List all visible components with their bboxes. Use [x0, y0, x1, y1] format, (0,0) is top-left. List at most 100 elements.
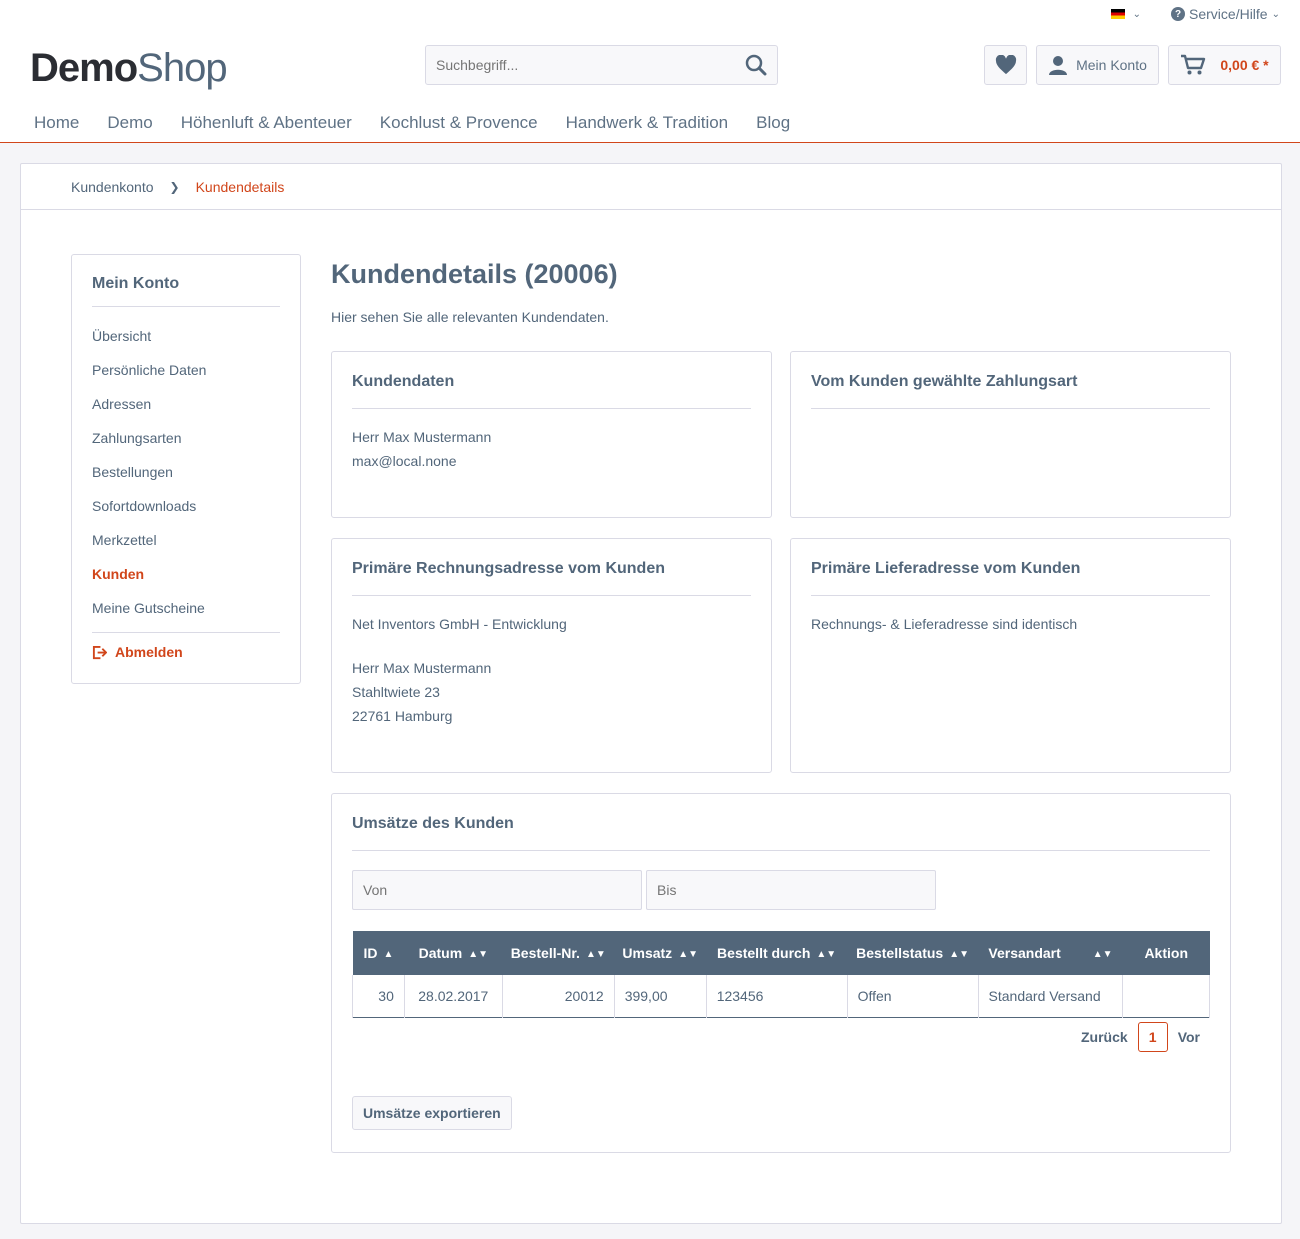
sidebar-title: Mein Konto — [92, 275, 280, 307]
shipping-text: Rechnungs- & Lieferadresse sind identisc… — [811, 616, 1078, 632]
sidebar-item-sofortdownloads[interactable]: Sofortdownloads — [92, 489, 280, 523]
col-bestellstatus[interactable]: Bestellstatus ▲▼ — [847, 931, 978, 975]
billing-panel: Primäre Rechnungsadresse vom Kunden Net … — [331, 538, 772, 773]
cell-bestellnr: 20012 — [501, 975, 615, 1017]
cart-button[interactable]: 0,00 € * — [1168, 45, 1281, 85]
customer-title: Kundendaten — [352, 372, 751, 409]
language-switcher[interactable]: ⌄ — [1110, 8, 1142, 20]
pager-prev[interactable]: Zurück — [1081, 1029, 1128, 1045]
chevron-right-icon: ❯ — [169, 179, 180, 194]
user-icon — [1049, 56, 1068, 75]
table-header-row: ID ▲ Datum ▲▼ Bestell-Nr. ▲▼ Umsatz ▲▼ Beste… — [352, 931, 1210, 975]
account-button[interactable]: Mein Konto — [1036, 45, 1159, 85]
customer-panel: Kundendaten Herr Max Mustermann max@loca… — [331, 351, 772, 518]
col-label: Datum — [418, 945, 463, 961]
cell-bestellt-durch: 123456 — [705, 975, 848, 1017]
search-icon — [745, 54, 767, 76]
header: ⌄ ? Service/Hilfe ⌄ DemoShop Mein Konto … — [0, 0, 1300, 143]
col-label: Bestellt durch — [717, 945, 811, 961]
sort-icon: ▲▼ — [816, 948, 837, 960]
service-menu[interactable]: ? Service/Hilfe ⌄ — [1171, 6, 1280, 22]
logo-shop: Shop — [137, 46, 227, 90]
date-from-input[interactable] — [352, 870, 642, 910]
wishlist-button[interactable] — [984, 45, 1027, 85]
sort-asc-icon: ▲ — [383, 948, 394, 960]
question-icon: ? — [1171, 7, 1186, 21]
nav-hoehenluft[interactable]: Höhenluft & Abenteuer — [167, 113, 366, 133]
col-datum[interactable]: Datum ▲▼ — [404, 931, 502, 975]
search-input[interactable] — [426, 46, 735, 84]
breadcrumb-kundenkonto[interactable]: Kundenkonto — [71, 179, 154, 195]
payment-panel: Vom Kunden gewählte Zahlungsart — [790, 351, 1231, 518]
col-label: Aktion — [1144, 945, 1188, 961]
payment-title: Vom Kunden gewählte Zahlungsart — [811, 372, 1210, 409]
col-id[interactable]: ID ▲ — [353, 931, 405, 975]
sort-icon: ▲▼ — [585, 948, 606, 960]
sidebar-item-gutscheine[interactable]: Meine Gutscheine — [92, 591, 280, 625]
shipping-panel: Primäre Lieferadresse vom Kunden Rechnun… — [790, 538, 1231, 773]
table-row: 30 28.02.2017 20012 399,00 123456 Offen … — [352, 975, 1210, 1017]
col-versandart[interactable]: Versandart ▲▼ — [978, 931, 1123, 975]
logout-link[interactable]: Abmelden — [92, 632, 280, 660]
customer-name: Herr Max Mustermann — [352, 429, 492, 445]
cell-datum: 28.02.2017 — [403, 975, 503, 1017]
billing-city: 22761 Hamburg — [352, 708, 453, 724]
sort-icon: ▲▼ — [949, 948, 970, 960]
date-to-input[interactable] — [646, 870, 936, 910]
nav-handwerk[interactable]: Handwerk & Tradition — [552, 113, 743, 133]
billing-title: Primäre Rechnungsadresse vom Kunden — [352, 559, 751, 596]
sidebar-menu: Übersicht Persönliche Daten Adressen Zah… — [92, 319, 280, 625]
topbar: ⌄ ? Service/Hilfe ⌄ — [1110, 6, 1280, 22]
main-nav: Home Demo Höhenluft & Abenteuer Kochlust… — [20, 113, 804, 133]
search-button[interactable] — [735, 46, 777, 84]
sidebar-item-bestellungen[interactable]: Bestellungen — [92, 455, 280, 489]
col-aktion: Aktion — [1123, 931, 1210, 975]
chevron-down-icon: ⌄ — [1271, 8, 1280, 20]
export-button[interactable]: Umsätze exportieren — [352, 1096, 512, 1130]
col-label: Umsatz — [622, 945, 673, 961]
nav-kochlust[interactable]: Kochlust & Provence — [366, 113, 552, 133]
page-lead: Hier sehen Sie alle relevanten Kundendat… — [331, 309, 609, 325]
shipping-title: Primäre Lieferadresse vom Kunden — [811, 559, 1210, 596]
account-sidebar: Mein Konto Übersicht Persönliche Daten A… — [71, 254, 301, 684]
breadcrumb: Kundenkonto ❯ Kundendetails — [21, 164, 1281, 210]
cart-icon — [1181, 54, 1206, 75]
service-label: Service/Hilfe — [1189, 6, 1268, 22]
chevron-down-icon: ⌄ — [1132, 8, 1142, 20]
account-label: Mein Konto — [1076, 57, 1147, 73]
col-label: ID — [363, 945, 378, 961]
billing-company: Net Inventors GmbH - Entwicklung — [352, 616, 567, 632]
cart-total: 0,00 € * — [1220, 57, 1269, 73]
col-bestellnr[interactable]: Bestell-Nr. ▲▼ — [502, 931, 614, 975]
customer-email: max@local.none — [352, 453, 457, 469]
main-content: Kundenkonto ❯ Kundendetails Mein Konto Ü… — [20, 163, 1282, 1224]
sidebar-item-persoenliche-daten[interactable]: Persönliche Daten — [92, 353, 280, 387]
sidebar-item-uebersicht[interactable]: Übersicht — [92, 319, 280, 353]
sort-icon: ▲▼ — [678, 948, 698, 960]
sidebar-item-adressen[interactable]: Adressen — [92, 387, 280, 421]
sales-table: ID ▲ Datum ▲▼ Bestell-Nr. ▲▼ Umsatz ▲▼ Beste… — [352, 931, 1210, 1018]
cell-bestellstatus: Offen — [846, 975, 979, 1017]
col-umsatz[interactable]: Umsatz ▲▼ — [614, 931, 706, 975]
cell-aktion — [1122, 975, 1210, 1017]
breadcrumb-kundendetails[interactable]: Kundendetails — [196, 179, 285, 195]
page-title: Kundendetails (20006) — [331, 259, 618, 289]
col-bestellt-durch[interactable]: Bestellt durch ▲▼ — [706, 931, 847, 975]
pager-current[interactable]: 1 — [1137, 1022, 1168, 1052]
nav-demo[interactable]: Demo — [93, 113, 166, 133]
logo-demo: Demo — [30, 46, 138, 90]
sidebar-item-merkzettel[interactable]: Merkzettel — [92, 523, 280, 557]
sidebar-item-zahlungsarten[interactable]: Zahlungsarten — [92, 421, 280, 455]
nav-home[interactable]: Home — [20, 113, 93, 133]
sidebar-item-kunden[interactable]: Kunden — [92, 557, 280, 591]
cell-id: 30 — [352, 975, 405, 1017]
billing-street: Stahltwiete 23 — [352, 684, 440, 700]
search-box — [425, 45, 778, 85]
pager-next[interactable]: Vor — [1178, 1029, 1200, 1045]
logo[interactable]: DemoShop — [30, 44, 228, 92]
nav-blog[interactable]: Blog — [742, 113, 804, 133]
cell-umsatz: 399,00 — [613, 975, 707, 1017]
heart-icon — [995, 55, 1016, 75]
billing-name: Herr Max Mustermann — [352, 660, 492, 676]
